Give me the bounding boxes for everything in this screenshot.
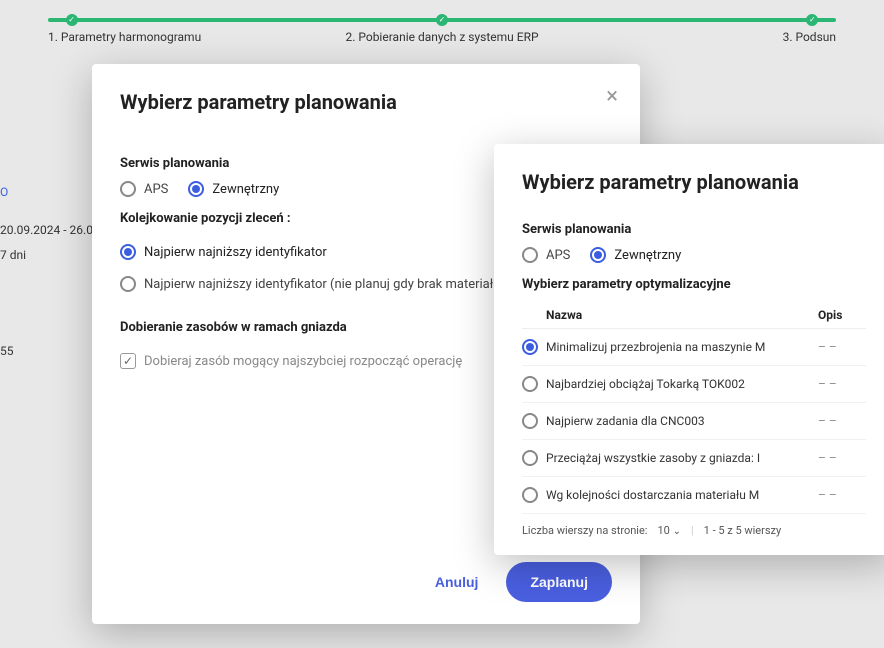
optimization-row-desc: – –	[818, 414, 866, 428]
service-option-aps[interactable]: APS	[120, 181, 168, 197]
cancel-button[interactable]: Anuluj	[423, 564, 491, 600]
modal2-title: Wybierz parametry planowania	[522, 170, 866, 194]
rows-per-page-value: 10	[657, 524, 669, 537]
radio-icon	[522, 487, 538, 503]
queue-option-lowest-id-no-material[interactable]: Najpierw najniższy identyfikator (nie pl…	[120, 276, 505, 292]
progress-step-1-dot	[66, 14, 78, 26]
checkbox-icon: ✓	[120, 353, 136, 369]
close-icon[interactable]: ×	[606, 86, 618, 108]
radio-icon	[590, 247, 606, 263]
service-option-external[interactable]: Zewnętrzny	[188, 181, 279, 197]
resource-fastest-start-checkbox[interactable]: ✓ Dobieraj zasób mogący najszybciej rozp…	[120, 353, 462, 369]
optimization-row-desc: – –	[818, 488, 866, 502]
plan-button[interactable]: Zaplanuj	[506, 562, 612, 602]
progress-step-1-label: 1. Parametry harmonogramu	[48, 30, 311, 44]
optimization-table-body: Minimalizuj przezbrojenia na maszynie M–…	[522, 329, 866, 514]
optimization-row-label: Przeciążaj wszystkie zasoby z gniazda: I	[546, 451, 818, 465]
radio-icon	[188, 181, 204, 197]
optimization-row-desc: – –	[818, 377, 866, 391]
optimization-row-label: Wg kolejności dostarczania materiału M	[546, 488, 818, 502]
radio-icon	[522, 450, 538, 466]
table-pager: Liczba wierszy na stronie: 10 ⌄ | 1 - 5 …	[522, 514, 866, 537]
service2-option-aps-label: APS	[546, 248, 570, 263]
optimization-row[interactable]: Najbardziej obciążaj Tokarką TOK002– –	[522, 366, 866, 403]
queue-option-lowest-id-no-material-label: Najpierw najniższy identyfikator (nie pl…	[144, 277, 505, 292]
optimization-section-title: Wybierz parametry optymalizacyjne	[522, 277, 866, 292]
optimization-row-label: Minimalizuj przezbrojenia na maszynie M	[546, 340, 818, 354]
bg-dates: 20.09.2024 - 26.09	[0, 218, 100, 244]
modal1-title: Wybierz parametry planowania	[120, 90, 612, 114]
radio-icon	[522, 247, 538, 263]
pager-separator: |	[691, 524, 694, 537]
radio-icon	[522, 376, 538, 392]
progress-step-3-label: 3. Podsun	[573, 30, 836, 44]
radio-icon	[522, 413, 538, 429]
rows-range: 1 - 5 z 5 wierszy	[704, 524, 782, 537]
queue-option-lowest-id[interactable]: Najpierw najniższy identyfikator	[120, 244, 327, 260]
rows-per-page-label: Liczba wierszy na stronie:	[522, 524, 647, 537]
radio-icon	[522, 339, 538, 355]
queue-option-lowest-id-label: Najpierw najniższy identyfikator	[144, 245, 327, 260]
progress-track	[48, 18, 836, 22]
optimization-row-label: Najbardziej obciążaj Tokarką TOK002	[546, 377, 818, 391]
optimization-row[interactable]: Minimalizuj przezbrojenia na maszynie M–…	[522, 329, 866, 366]
radio-icon	[120, 276, 136, 292]
resource-fastest-start-label: Dobieraj zasób mogący najszybciej rozpoc…	[144, 354, 462, 369]
service-section-title-2: Serwis planowania	[522, 222, 866, 237]
optimization-row-desc: – –	[818, 340, 866, 354]
service2-option-external[interactable]: Zewnętrzny	[590, 247, 681, 263]
progress-step-3-dot	[806, 14, 818, 26]
service-option-external-label: Zewnętrzny	[212, 182, 279, 197]
bg-count: 55	[0, 339, 100, 365]
optimization-row-label: Najpierw zadania dla CNC003	[546, 414, 818, 428]
planning-params-modal-optimization: Wybierz parametry planowania Serwis plan…	[494, 144, 884, 555]
bg-days: 7 dni	[0, 243, 100, 269]
rows-per-page-select[interactable]: 10 ⌄	[657, 524, 681, 537]
background-side-panel: O 20.09.2024 - 26.09 7 dni 55	[0, 180, 100, 364]
service-option-aps-label: APS	[144, 182, 168, 197]
optimization-row-desc: – –	[818, 451, 866, 465]
optimization-table-header: Nazwa Opis	[522, 302, 866, 329]
col-name-header: Nazwa	[546, 308, 818, 322]
progress-step-2-dot	[436, 14, 448, 26]
optimization-row[interactable]: Wg kolejności dostarczania materiału M– …	[522, 477, 866, 514]
radio-icon	[120, 181, 136, 197]
col-desc-header: Opis	[818, 308, 866, 322]
optimization-row[interactable]: Przeciążaj wszystkie zasoby z gniazda: I…	[522, 440, 866, 477]
service2-option-external-label: Zewnętrzny	[614, 248, 681, 263]
progress-step-2-label: 2. Pobieranie danych z systemu ERP	[311, 30, 574, 44]
service2-option-aps[interactable]: APS	[522, 247, 570, 263]
wizard-progress: 1. Parametry harmonogramu 2. Pobieranie …	[0, 0, 884, 44]
optimization-row[interactable]: Najpierw zadania dla CNC003– –	[522, 403, 866, 440]
bg-link: O	[0, 180, 100, 206]
radio-icon	[120, 244, 136, 260]
chevron-down-icon: ⌄	[673, 526, 681, 537]
